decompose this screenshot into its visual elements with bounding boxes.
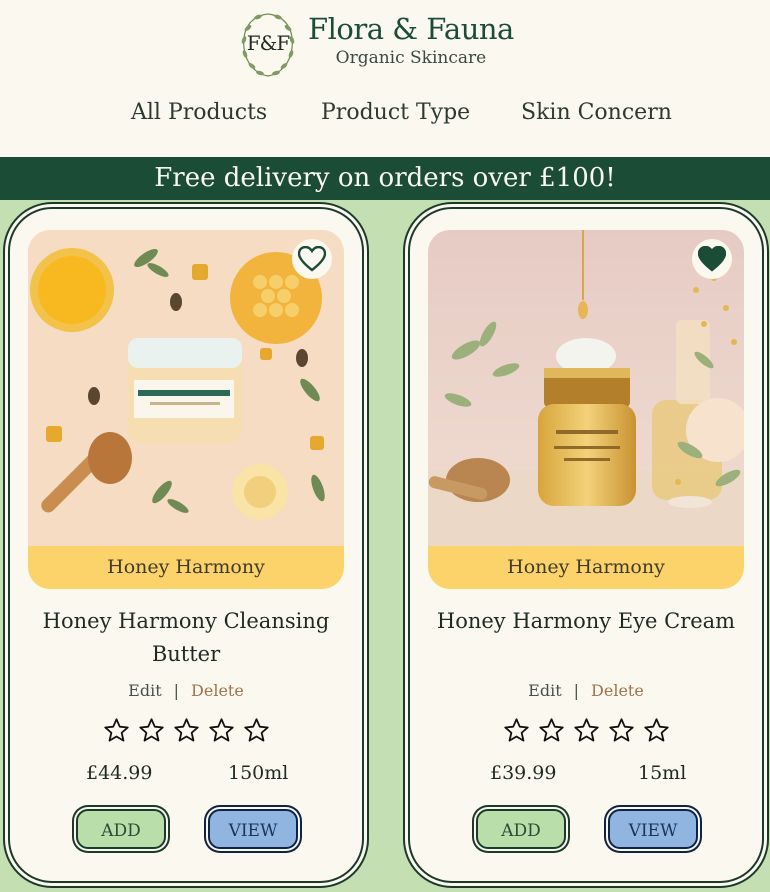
product-price: £44.99	[86, 762, 153, 784]
delete-link[interactable]: Delete	[191, 681, 244, 700]
product-card: Honey Harmony Honey Harmony Eye Cream Ed…	[408, 207, 764, 883]
delete-link[interactable]: Delete	[591, 681, 644, 700]
product-price: £39.99	[490, 762, 557, 784]
collection-label: Honey Harmony	[28, 546, 344, 589]
star-icon[interactable]	[573, 717, 600, 744]
logo-wreath-icon: F&F	[236, 8, 300, 80]
star-icon[interactable]	[503, 717, 530, 744]
star-icon[interactable]	[138, 717, 165, 744]
product-image[interactable]	[428, 230, 744, 546]
star-icon[interactable]	[608, 717, 635, 744]
action-separator: |	[173, 681, 180, 700]
star-icon[interactable]	[538, 717, 565, 744]
brand-block: Flora & Fauna Organic Skincare	[308, 10, 514, 68]
edit-link[interactable]: Edit	[528, 681, 561, 700]
star-icon[interactable]	[643, 717, 670, 744]
nav-product-type[interactable]: Product Type	[321, 100, 470, 125]
main-nav: All Products Product Type Skin Concern	[0, 100, 770, 134]
star-icon[interactable]	[103, 717, 130, 744]
product-name: Honey Harmony Eye Cream	[436, 609, 736, 633]
favourite-button[interactable]	[692, 239, 732, 279]
logo-monogram: F&F	[246, 31, 291, 55]
promo-banner: Free delivery on orders over £100!	[0, 157, 770, 200]
favourite-button[interactable]	[292, 239, 332, 279]
add-to-cart-button[interactable]: ADD	[76, 809, 166, 849]
product-card: Honey Harmony Honey Harmony Cleansing Bu…	[8, 207, 364, 883]
view-product-button[interactable]: VIEW	[608, 809, 698, 849]
product-image[interactable]	[28, 230, 344, 546]
product-grid: Honey Harmony Honey Harmony Cleansing Bu…	[0, 200, 770, 892]
heart-icon	[298, 246, 326, 272]
logo[interactable]: F&F Flora & Fauna Organic Skincare	[236, 8, 514, 80]
star-icon[interactable]	[243, 717, 270, 744]
site-header: F&F Flora & Fauna Organic Skincare All P…	[0, 0, 770, 157]
brand-name: Flora & Fauna	[308, 12, 514, 46]
star-icon[interactable]	[173, 717, 200, 744]
add-to-cart-button[interactable]: ADD	[476, 809, 566, 849]
product-actions: Edit | Delete	[410, 681, 762, 700]
rating-stars	[410, 717, 762, 744]
heart-icon	[698, 246, 726, 272]
brand-tagline: Organic Skincare	[335, 48, 487, 68]
rating-stars	[10, 717, 362, 744]
nav-all-products[interactable]: All Products	[131, 100, 267, 125]
action-separator: |	[573, 681, 580, 700]
view-product-button[interactable]: VIEW	[208, 809, 298, 849]
product-size: 15ml	[638, 762, 687, 784]
star-icon[interactable]	[208, 717, 235, 744]
product-name: Honey Harmony Cleansing Butter	[42, 609, 330, 666]
product-size: 150ml	[228, 762, 289, 784]
collection-label: Honey Harmony	[428, 546, 744, 589]
product-actions: Edit | Delete	[10, 681, 362, 700]
edit-link[interactable]: Edit	[128, 681, 161, 700]
nav-skin-concern[interactable]: Skin Concern	[521, 100, 672, 125]
